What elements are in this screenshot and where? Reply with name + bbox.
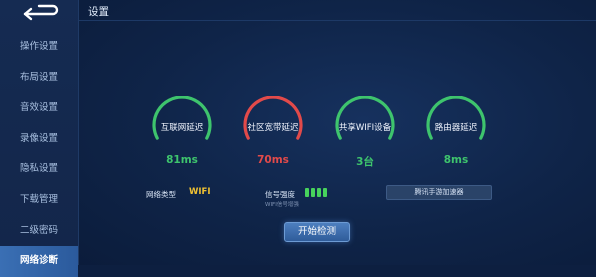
gauge-value: 8ms xyxy=(443,154,469,166)
signal-sublabel: WIFI信号增强 xyxy=(265,202,299,208)
header-divider xyxy=(79,20,596,21)
sidebar-item-sound[interactable]: 音效设置 xyxy=(0,93,78,124)
gauge-label: 互联网延迟 xyxy=(160,123,204,133)
sidebar-item-secondary-password[interactable]: 二级密码 xyxy=(0,216,78,247)
sidebar-item-operation[interactable]: 操作设置 xyxy=(0,32,78,63)
sidebar-item-layout[interactable]: 布局设置 xyxy=(0,63,78,94)
network-type-value: WIFI xyxy=(189,187,211,197)
start-detection-button[interactable]: 开始检测 xyxy=(284,222,350,242)
sidebar: 操作设置 布局设置 音效设置 录像设置 隐私设置 下载管理 二级密码 网络诊断 xyxy=(0,0,79,277)
gauge-value: 70ms xyxy=(257,154,289,166)
gauge-community-broadband-latency: 社区宽带延迟 70ms xyxy=(240,96,306,166)
sidebar-menu: 操作设置 布局设置 音效设置 录像设置 隐私设置 下载管理 二级密码 网络诊断 xyxy=(0,32,78,277)
sidebar-item-privacy[interactable]: 隐私设置 xyxy=(0,154,78,185)
gauge-shared-wifi-devices: 共享WIFI设备 3台 xyxy=(332,96,398,168)
signal-strength-label: 信号强度 xyxy=(265,190,295,199)
gauge-label: 社区宽带延迟 xyxy=(247,123,299,133)
sidebar-item-recording[interactable]: 录像设置 xyxy=(0,124,78,155)
signal-strength-icon xyxy=(305,188,332,197)
game-accelerator-button[interactable]: 腾讯手游加速器 xyxy=(386,185,492,200)
gauge-label: 路由器延迟 xyxy=(434,123,478,133)
back-arrow-icon[interactable] xyxy=(20,2,60,22)
gauge-internet-latency: 互联网延迟 81ms xyxy=(149,96,215,166)
sidebar-item-network-diagnosis[interactable]: 网络诊断 xyxy=(0,246,78,277)
sidebar-item-downloads[interactable]: 下载管理 xyxy=(0,185,78,216)
signal-bar xyxy=(305,188,309,197)
signal-bar xyxy=(317,188,321,197)
signal-bar xyxy=(323,188,327,197)
signal-bar xyxy=(311,188,315,197)
gauge-value: 3台 xyxy=(356,156,374,168)
page-title: 设置 xyxy=(88,6,109,18)
main-panel: 设置 互联网延迟 81ms 社区宽带延迟 70ms 共享WIFI设备 3台 路由… xyxy=(79,0,596,265)
gauge-label: 共享WIFI设备 xyxy=(338,123,392,133)
gauge-router-latency: 路由器延迟 8ms xyxy=(423,96,489,166)
gauge-value: 81ms xyxy=(166,154,198,166)
network-type-label: 网络类型 xyxy=(146,190,176,199)
